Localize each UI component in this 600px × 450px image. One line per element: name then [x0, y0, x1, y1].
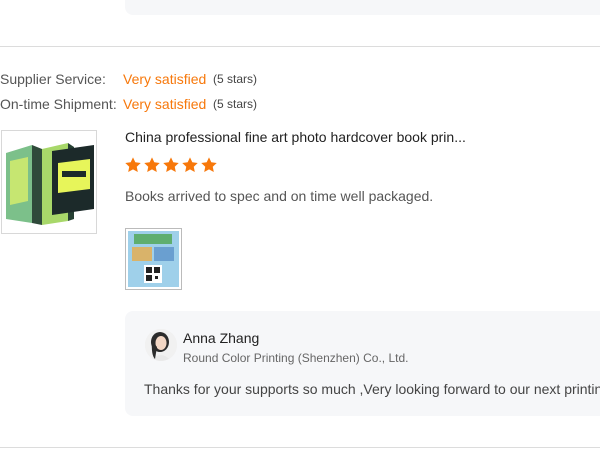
previous-review-box	[125, 0, 600, 15]
rating-stars-text: (5 stars)	[213, 72, 258, 86]
star-icon	[125, 157, 141, 173]
product-title-link[interactable]: China professional fine art photo hardco…	[125, 129, 466, 145]
rating-value: Very satisfied	[123, 71, 207, 87]
avatar	[145, 329, 177, 361]
star-icon	[201, 157, 217, 173]
review-text: Books arrived to spec and on time well p…	[125, 188, 434, 204]
rating-stars-text: (5 stars)	[213, 97, 258, 111]
supplier-reply: Anna Zhang Round Color Printing (Shenzhe…	[125, 311, 600, 416]
reply-text: Thanks for your supports so much ,Very l…	[144, 381, 600, 397]
star-icon	[163, 157, 179, 173]
divider	[0, 447, 600, 448]
divider	[0, 46, 600, 47]
review-star-rating	[124, 156, 219, 174]
rating-label: Supplier Service:	[0, 71, 106, 87]
product-thumbnail[interactable]	[1, 130, 97, 234]
rating-value: Very satisfied	[123, 96, 207, 112]
reply-author-name: Anna Zhang	[183, 330, 260, 346]
star-icon	[144, 157, 160, 173]
rating-label: On-time Shipment:	[0, 96, 117, 112]
review-photo-thumbnail[interactable]	[125, 228, 182, 290]
star-icon	[182, 157, 198, 173]
reply-company-name: Round Color Printing (Shenzhen) Co., Ltd…	[183, 351, 409, 365]
